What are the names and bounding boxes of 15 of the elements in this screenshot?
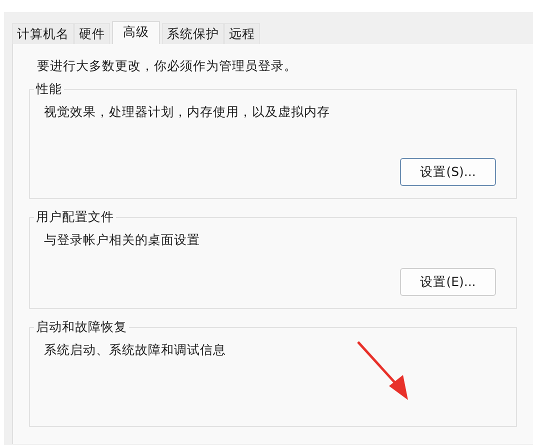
tab[interactable]: 计算机名 xyxy=(12,23,74,44)
settings-button[interactable]: 设置(E)... xyxy=(400,268,496,296)
group-description: 视觉效果，处理器计划，内存使用，以及虚拟内存 xyxy=(44,104,331,121)
settings-button[interactable]: 设置(S)... xyxy=(400,158,496,186)
group-title: 启动和故障恢复 xyxy=(34,319,129,335)
tab[interactable]: 系统保护 xyxy=(162,23,224,44)
admin-notice: 要进行大多数更改，你必须作为管理员登录。 xyxy=(36,58,298,75)
group-title: 用户配置文件 xyxy=(34,209,116,225)
tab[interactable]: 高级 xyxy=(112,21,160,44)
annotation-arrow xyxy=(357,341,408,400)
tab[interactable]: 硬件 xyxy=(74,23,110,44)
group-description: 与登录帐户相关的桌面设置 xyxy=(44,232,201,249)
tab[interactable]: 远程 xyxy=(224,23,260,44)
group-description: 系统启动、系统故障和调试信息 xyxy=(44,342,227,359)
group-title: 性能 xyxy=(34,81,64,97)
